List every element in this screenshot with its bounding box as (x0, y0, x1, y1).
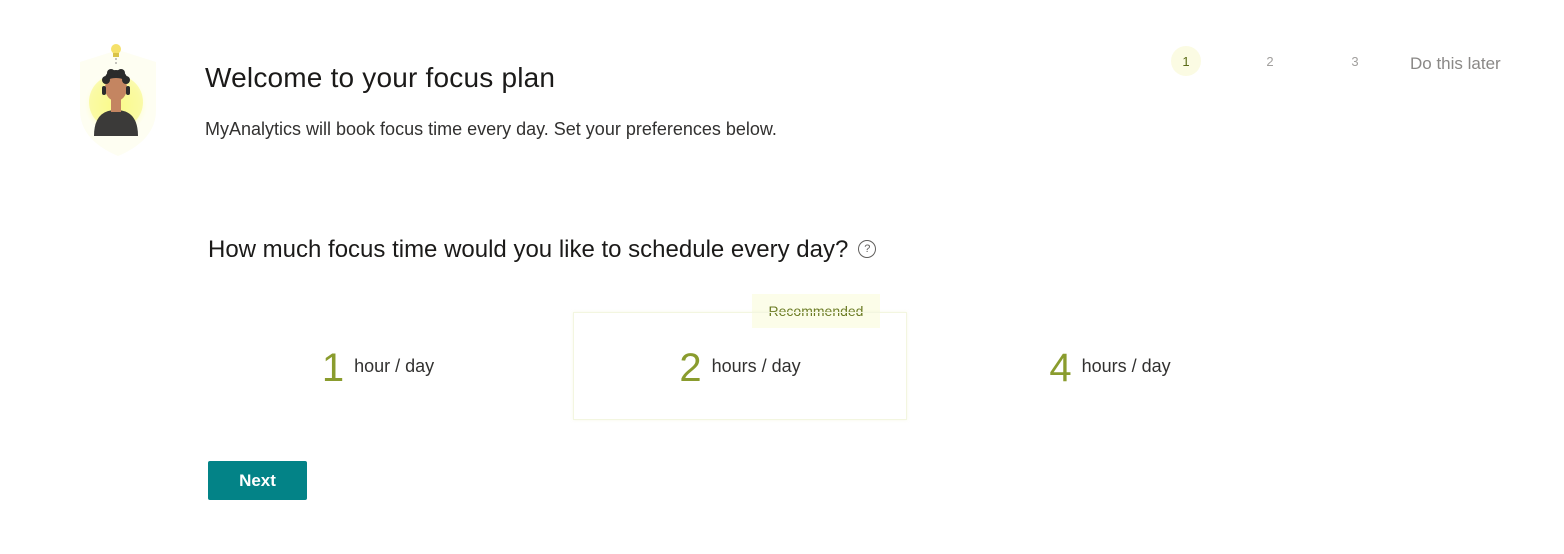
option-unit: hours / day (1081, 355, 1171, 376)
page-title: Welcome to your focus plan (205, 62, 556, 93)
person-lightbulb-illustration (80, 44, 156, 156)
option-1-hour[interactable]: 1 hour / day (208, 312, 548, 420)
page-subtitle: MyAnalytics will book focus time every d… (205, 119, 777, 139)
option-value: 4 (1049, 346, 1072, 390)
option-value: 2 (679, 346, 702, 390)
avatar (78, 40, 158, 158)
option-unit: hour / day (354, 355, 435, 376)
option-4-hours[interactable]: 4 hours / day (940, 312, 1280, 420)
option-unit: hours / day (711, 355, 801, 376)
next-button[interactable]: Next (208, 461, 307, 500)
help-icon[interactable]: ? (858, 240, 877, 258)
focus-time-question: How much focus time would you like to sc… (208, 236, 877, 264)
question-text: How much focus time would you like to sc… (208, 236, 849, 263)
step-2: 2 (1266, 53, 1274, 69)
step-1: 1 (1171, 46, 1201, 76)
do-this-later-link[interactable]: Do this later (1410, 54, 1501, 74)
step-3: 3 (1351, 53, 1359, 69)
option-value: 1 (321, 346, 345, 390)
option-2-hours[interactable]: 2 hours / day (573, 312, 907, 420)
